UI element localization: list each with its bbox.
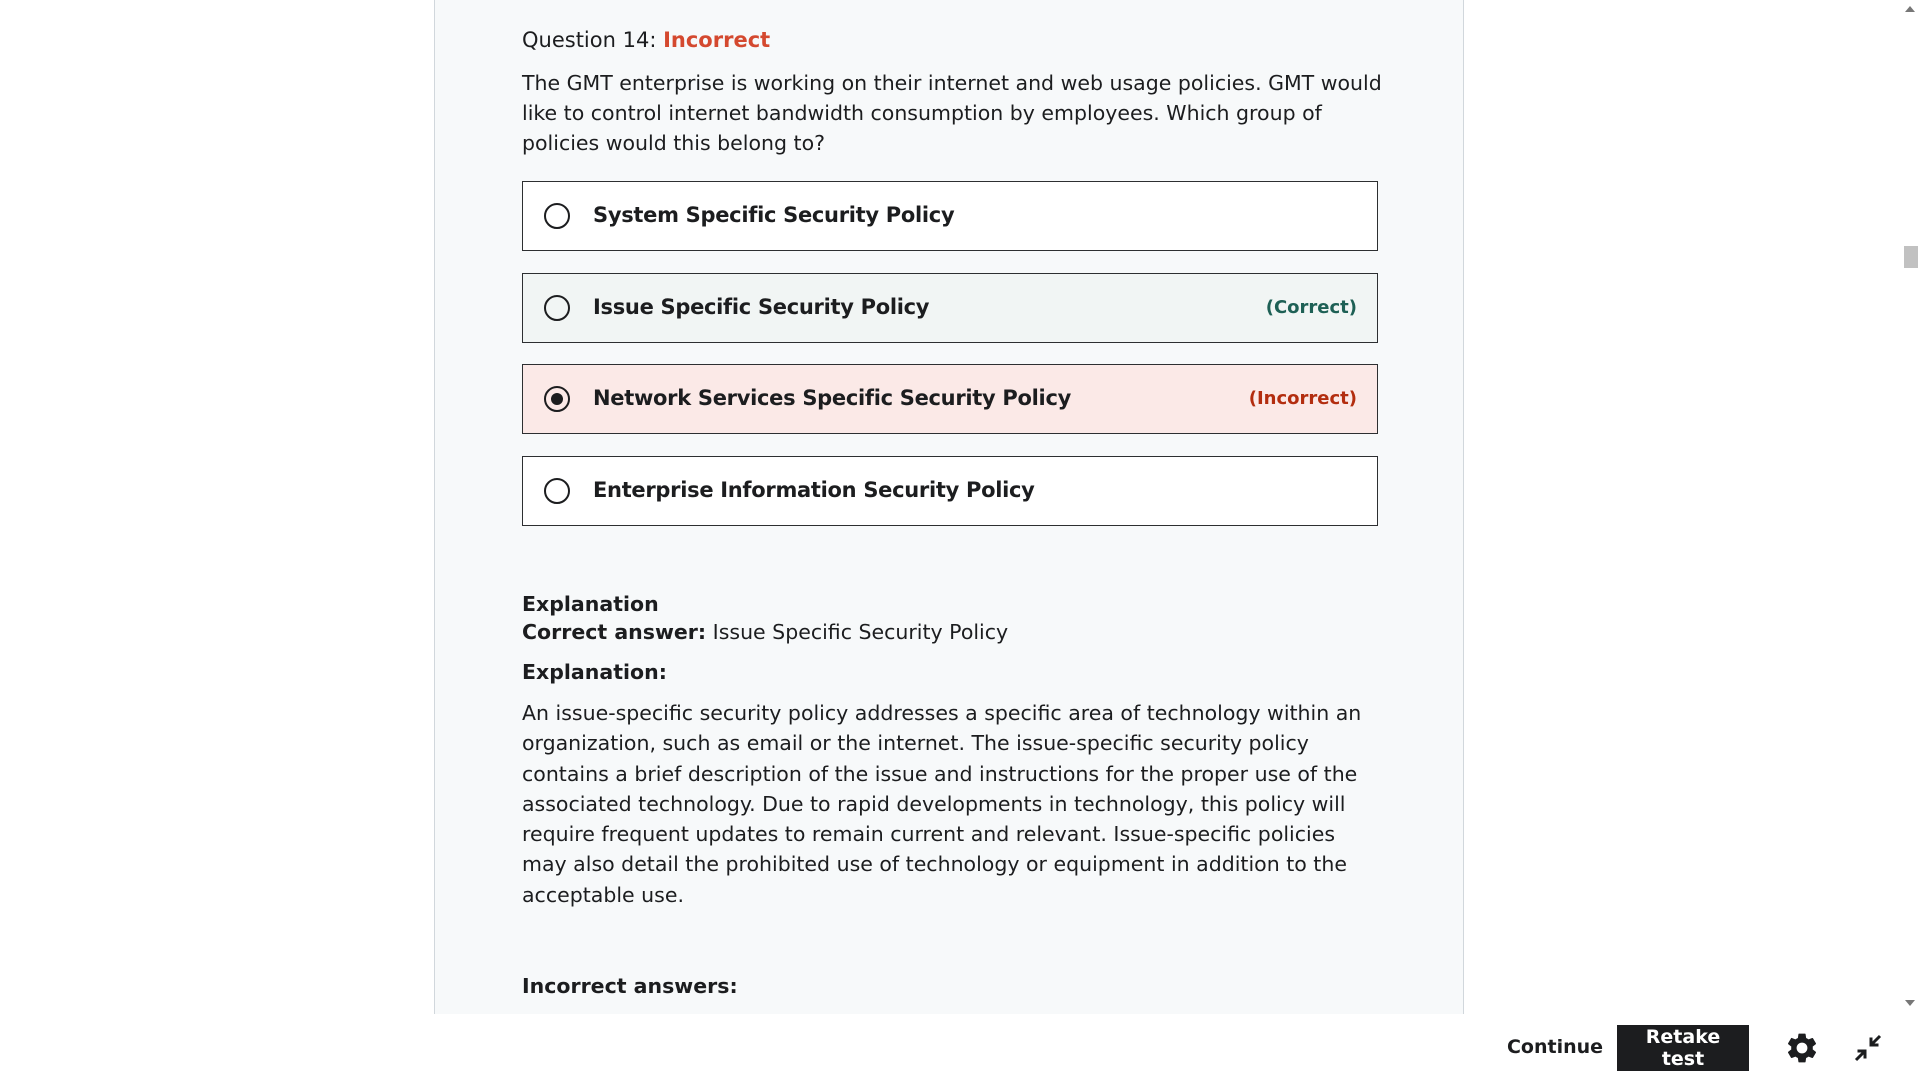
scroll-up-arrow-icon[interactable] [1905, 6, 1915, 12]
question-panel: Question 14: Incorrect The GMT enterpris… [434, 0, 1464, 1014]
answer-option-label: Network Services Specific Security Polic… [593, 386, 1071, 410]
correct-answer-value: Issue Specific Security Policy [712, 620, 1009, 644]
gear-icon[interactable] [1784, 1030, 1820, 1066]
answer-option-4[interactable]: Enterprise Information Security Policy [522, 456, 1378, 526]
answer-option-label: Enterprise Information Security Policy [593, 478, 1035, 502]
explanation-body: An issue-specific security policy addres… [522, 701, 1362, 907]
explanation-subtitle: Explanation: [522, 660, 667, 684]
answer-option-3[interactable]: Network Services Specific Security Polic… [522, 364, 1378, 434]
question-header: Question 14: Incorrect [522, 28, 770, 52]
correct-answer-line: Correct answer: Issue Specific Security … [522, 620, 1008, 644]
collapse-icon[interactable] [1850, 1030, 1886, 1066]
radio-button[interactable] [544, 295, 570, 321]
answer-option-1[interactable]: System Specific Security Policy [522, 181, 1378, 251]
scrollbar[interactable] [1900, 0, 1920, 1014]
radio-button[interactable] [544, 203, 570, 229]
incorrect-answers-title: Incorrect answers: [522, 974, 738, 998]
question-number: Question 14: [522, 28, 657, 52]
scrollbar-thumb[interactable] [1904, 246, 1918, 268]
correct-answer-label: Correct answer: [522, 620, 707, 644]
question-text: The GMT enterprise is working on their i… [522, 71, 1382, 155]
answer-option-label: Issue Specific Security Policy [593, 295, 930, 319]
radio-button[interactable] [544, 478, 570, 504]
correct-tag: (Correct) [1265, 297, 1357, 318]
radio-button-selected[interactable] [544, 386, 570, 412]
answer-option-2[interactable]: Issue Specific Security Policy (Correct) [522, 273, 1378, 343]
continue-button[interactable]: Continue [1500, 1024, 1610, 1070]
incorrect-tag: (Incorrect) [1248, 388, 1357, 409]
explanation-title: Explanation [522, 592, 659, 616]
retake-test-button[interactable]: Retake test [1617, 1025, 1749, 1071]
answer-option-label: System Specific Security Policy [593, 203, 955, 227]
question-status: Incorrect [663, 28, 771, 52]
scroll-down-arrow-icon[interactable] [1905, 1000, 1915, 1006]
